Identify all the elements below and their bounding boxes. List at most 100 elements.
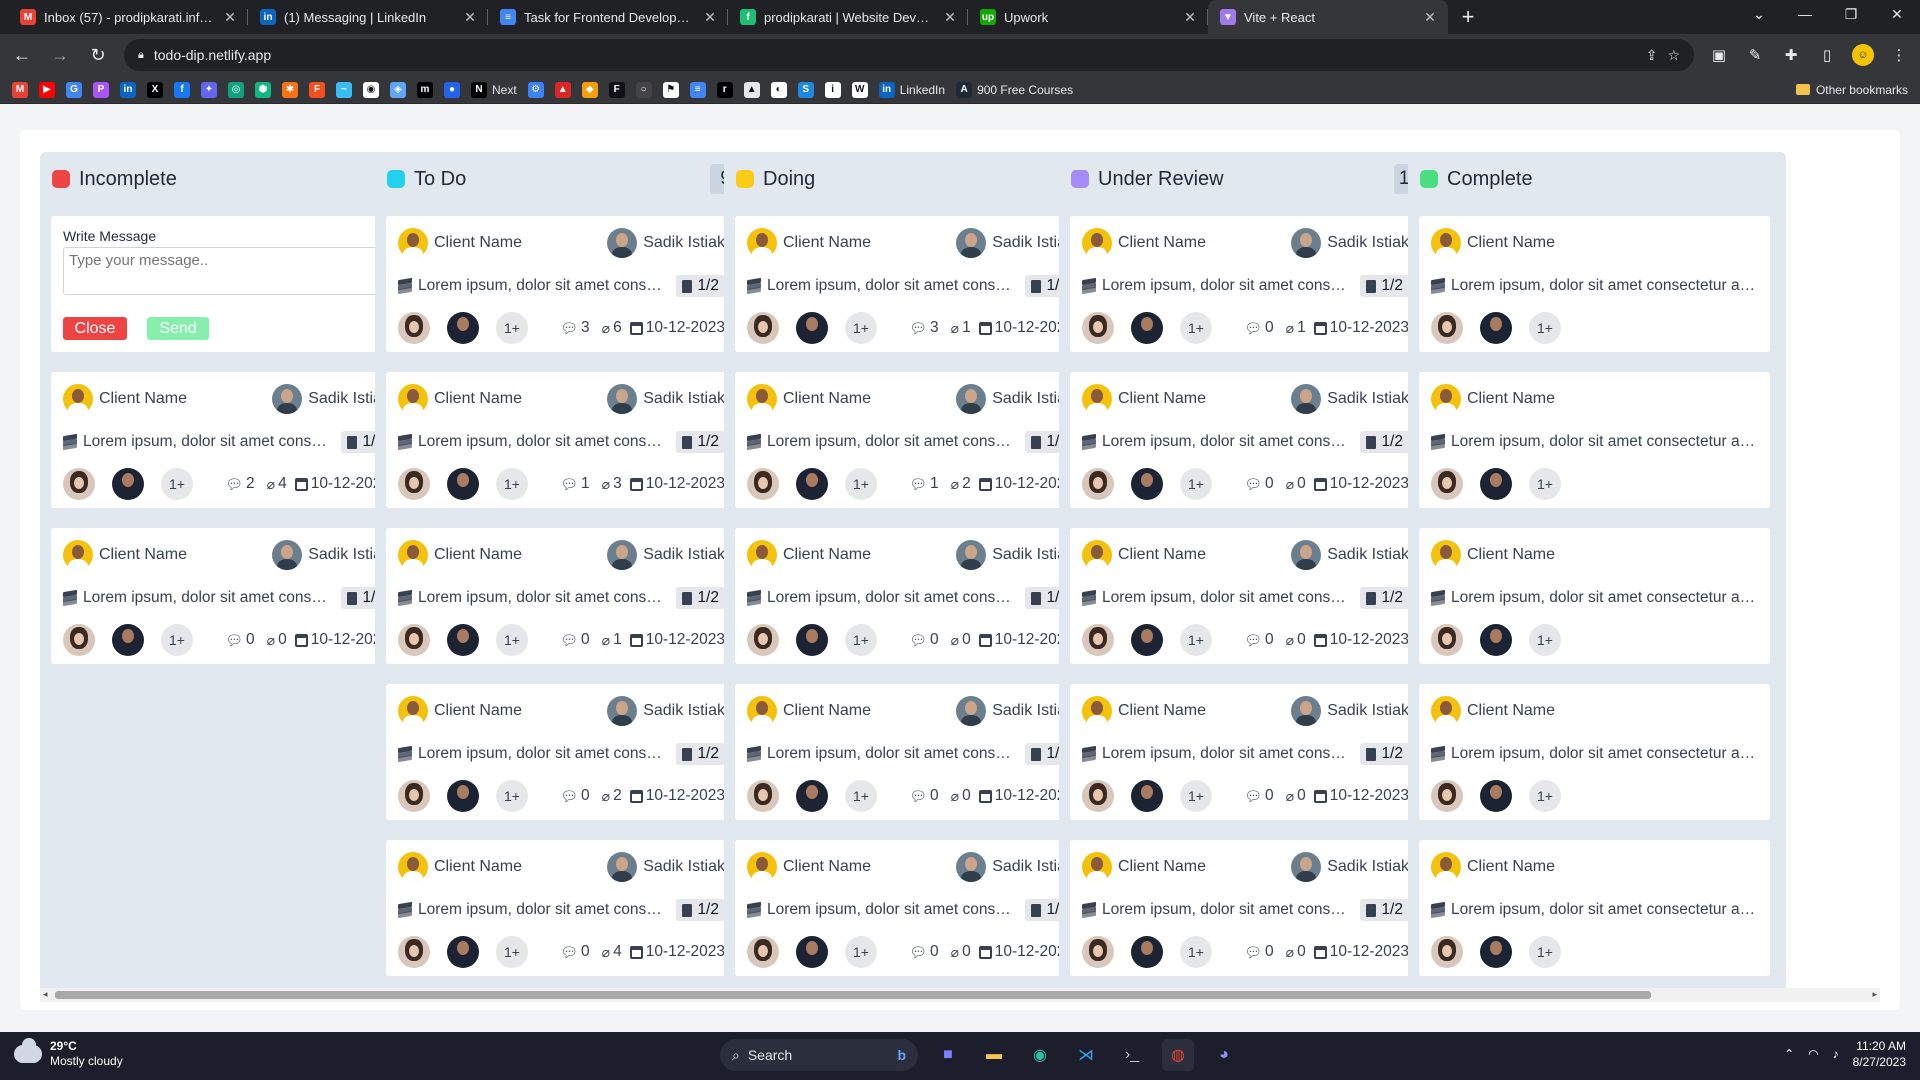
bookmark-item[interactable]: ~ (336, 81, 352, 98)
bookmark-item[interactable]: ◉ (363, 81, 379, 98)
attachment-count[interactable]: ⌀ 1 (951, 319, 971, 337)
back-button[interactable]: ← (10, 45, 34, 66)
bookmark-item[interactable]: X (147, 81, 163, 98)
comment-count[interactable]: 💬︎ 1 (560, 475, 589, 493)
more-members-badge[interactable]: 1+ (1529, 780, 1561, 812)
bookmark-item[interactable]: W (851, 81, 868, 98)
scroll-left-arrow-icon[interactable]: ◂ (43, 989, 48, 1000)
more-members-badge[interactable]: 1+ (845, 312, 877, 344)
menu-kebab-icon[interactable]: ⋮ (1888, 44, 1910, 66)
bookmark-item[interactable]: F (309, 81, 325, 98)
attachment-count[interactable]: ⌀ 0 (1286, 787, 1306, 805)
bookmark-item[interactable]: ▲ (554, 81, 571, 98)
attachment-count[interactable]: ⌀ 1 (602, 631, 622, 649)
bookmark-item[interactable]: r (716, 81, 733, 98)
comment-count[interactable]: 💬︎ 0 (1244, 319, 1273, 337)
attachment-count[interactable]: ⌀ 0 (267, 631, 287, 649)
more-members-badge[interactable]: 1+ (845, 936, 877, 968)
scroll-right-arrow-icon[interactable]: ▸ (1872, 989, 1877, 1000)
comment-count[interactable]: 💬︎ 0 (1244, 943, 1273, 961)
more-members-badge[interactable]: 1+ (496, 312, 528, 344)
comment-count[interactable]: 💬︎ 3 (560, 319, 589, 337)
task-card[interactable]: Client Name Sadik Istiak Lorem ipsum, dolo… (386, 528, 737, 664)
eyedropper-icon[interactable]: ✎ (1744, 44, 1766, 66)
task-card[interactable]: Client Name Sadik Istiak Lorem ipsum, dolo… (386, 216, 737, 352)
taskbar-search[interactable]: ⌕ Search b (720, 1039, 918, 1071)
close-tab-icon[interactable]: ✕ (462, 9, 478, 26)
close-tab-icon[interactable]: ✕ (702, 9, 718, 26)
clock[interactable]: 11:20 AM 8/27/2023 (1853, 1038, 1906, 1070)
bookmark-item[interactable]: ✱ (282, 81, 298, 98)
bookmark-item[interactable]: ● (444, 81, 460, 98)
extension-icon[interactable]: ▣ (1708, 44, 1730, 66)
more-members-badge[interactable]: 1+ (1180, 312, 1212, 344)
restore-button[interactable]: ❐ (1828, 0, 1874, 30)
comment-count[interactable]: 💬︎ 0 (560, 631, 589, 649)
bookmark-item[interactable]: m (417, 81, 433, 98)
attachment-count[interactable]: ⌀ 4 (267, 475, 287, 493)
task-card[interactable]: Client Name Sadik Istiak Lorem ipsum, dolo… (51, 372, 402, 508)
more-members-badge[interactable]: 1+ (845, 780, 877, 812)
browser-tab[interactable]: ≡ Task for Frontend Developer (2) - Googl… (488, 0, 728, 34)
attachment-count[interactable]: ⌀ 2 (602, 787, 622, 805)
attachment-count[interactable]: ⌀ 0 (951, 787, 971, 805)
close-tab-icon[interactable]: ✕ (1422, 9, 1438, 26)
more-members-badge[interactable]: 1+ (1180, 468, 1212, 500)
weather-widget[interactable]: 29°C Mostly cloudy (14, 1038, 123, 1069)
horizontal-scroll-thumb[interactable] (55, 991, 1651, 999)
omnibox[interactable]: 🔒︎ todo-dip.netlify.app ⇪ ☆ (124, 39, 1694, 71)
edge-icon[interactable]: ◉ (1024, 1039, 1056, 1071)
attachment-count[interactable]: ⌀ 1 (1286, 319, 1306, 337)
more-members-badge[interactable]: 1+ (845, 624, 877, 656)
browser-tab[interactable]: ▼ Vite + React ✕ (1208, 0, 1448, 34)
bookmark-item[interactable]: G (66, 81, 82, 98)
browser-tab[interactable]: in (1) Messaging | LinkedIn ✕ (248, 0, 488, 34)
new-tab-button[interactable]: + (1454, 3, 1482, 31)
bookmark-item[interactable]: F (608, 81, 625, 98)
bookmark-item[interactable]: ○ (635, 81, 652, 98)
bookmark-item[interactable]: i (824, 81, 841, 98)
send-button[interactable]: Send (147, 317, 209, 340)
bookmark-item[interactable]: ⚑ (662, 81, 679, 98)
more-members-badge[interactable]: 1+ (496, 468, 528, 500)
comment-count[interactable]: 💬︎ 0 (909, 943, 938, 961)
terminal-icon[interactable]: ›_ (1116, 1039, 1148, 1071)
vscode-icon[interactable]: ⋊ (1070, 1039, 1102, 1071)
task-card[interactable]: Client Name Sadik Istiak Lorem ipsum, dolo… (1070, 528, 1421, 664)
close-tab-icon[interactable]: ✕ (222, 9, 238, 26)
puzzle-icon[interactable]: ✚ (1780, 44, 1802, 66)
bookmark-item[interactable]: ⚙ (527, 81, 544, 98)
discord-icon[interactable]: ◕ (1208, 1039, 1240, 1071)
attachment-count[interactable]: ⌀ 0 (1286, 943, 1306, 961)
more-members-badge[interactable]: 1+ (1180, 936, 1212, 968)
comment-count[interactable]: 💬︎ 0 (225, 631, 254, 649)
comment-count[interactable]: 💬︎ 0 (909, 631, 938, 649)
bookmark-item[interactable]: ⬢ (255, 81, 271, 98)
attachment-count[interactable]: ⌀ 0 (1286, 475, 1306, 493)
tab-search-icon[interactable]: ⌄ (1736, 0, 1782, 30)
bookmark-item[interactable]: ◐ (770, 81, 787, 98)
more-members-badge[interactable]: 1+ (1529, 312, 1561, 344)
close-window-button[interactable]: ✕ (1874, 0, 1920, 30)
volume-icon[interactable]: ♪ (1833, 1047, 1839, 1061)
task-card[interactable]: Client Name Sadik Istiak Lorem ipsum, dolo… (735, 840, 1086, 976)
share-icon[interactable]: ⇪ (1646, 47, 1658, 64)
other-bookmarks[interactable]: Other bookmarks (1795, 83, 1908, 97)
meet-icon[interactable]: ■ (932, 1039, 964, 1071)
profile-avatar[interactable]: ☺ (1852, 44, 1874, 66)
bookmark-item[interactable]: S (797, 81, 814, 98)
bookmark-item[interactable]: in (120, 81, 136, 98)
attachment-count[interactable]: ⌀ 0 (1286, 631, 1306, 649)
comment-count[interactable]: 💬︎ 0 (560, 943, 589, 961)
task-card[interactable]: Client Name Sadik Istiak Lorem ipsum, dolo… (1070, 840, 1421, 976)
more-members-badge[interactable]: 1+ (1529, 936, 1561, 968)
task-card[interactable]: Client Name Sadik Istiak Lorem ipsum, dolo… (735, 372, 1086, 508)
bookmark-item[interactable]: f (174, 81, 190, 98)
comment-count[interactable]: 💬︎ 1 (909, 475, 938, 493)
task-card[interactable]: Client Name Sadik Istiak Lorem ipsum, dolo… (51, 528, 402, 664)
attachment-count[interactable]: ⌀ 4 (602, 943, 622, 961)
attachment-count[interactable]: ⌀ 6 (602, 319, 622, 337)
task-card[interactable]: Client Name Sadik Istiak Lorem ipsum, dolo… (735, 528, 1086, 664)
more-members-badge[interactable]: 1+ (496, 624, 528, 656)
bookmark-item[interactable]: ▶ (39, 81, 55, 98)
